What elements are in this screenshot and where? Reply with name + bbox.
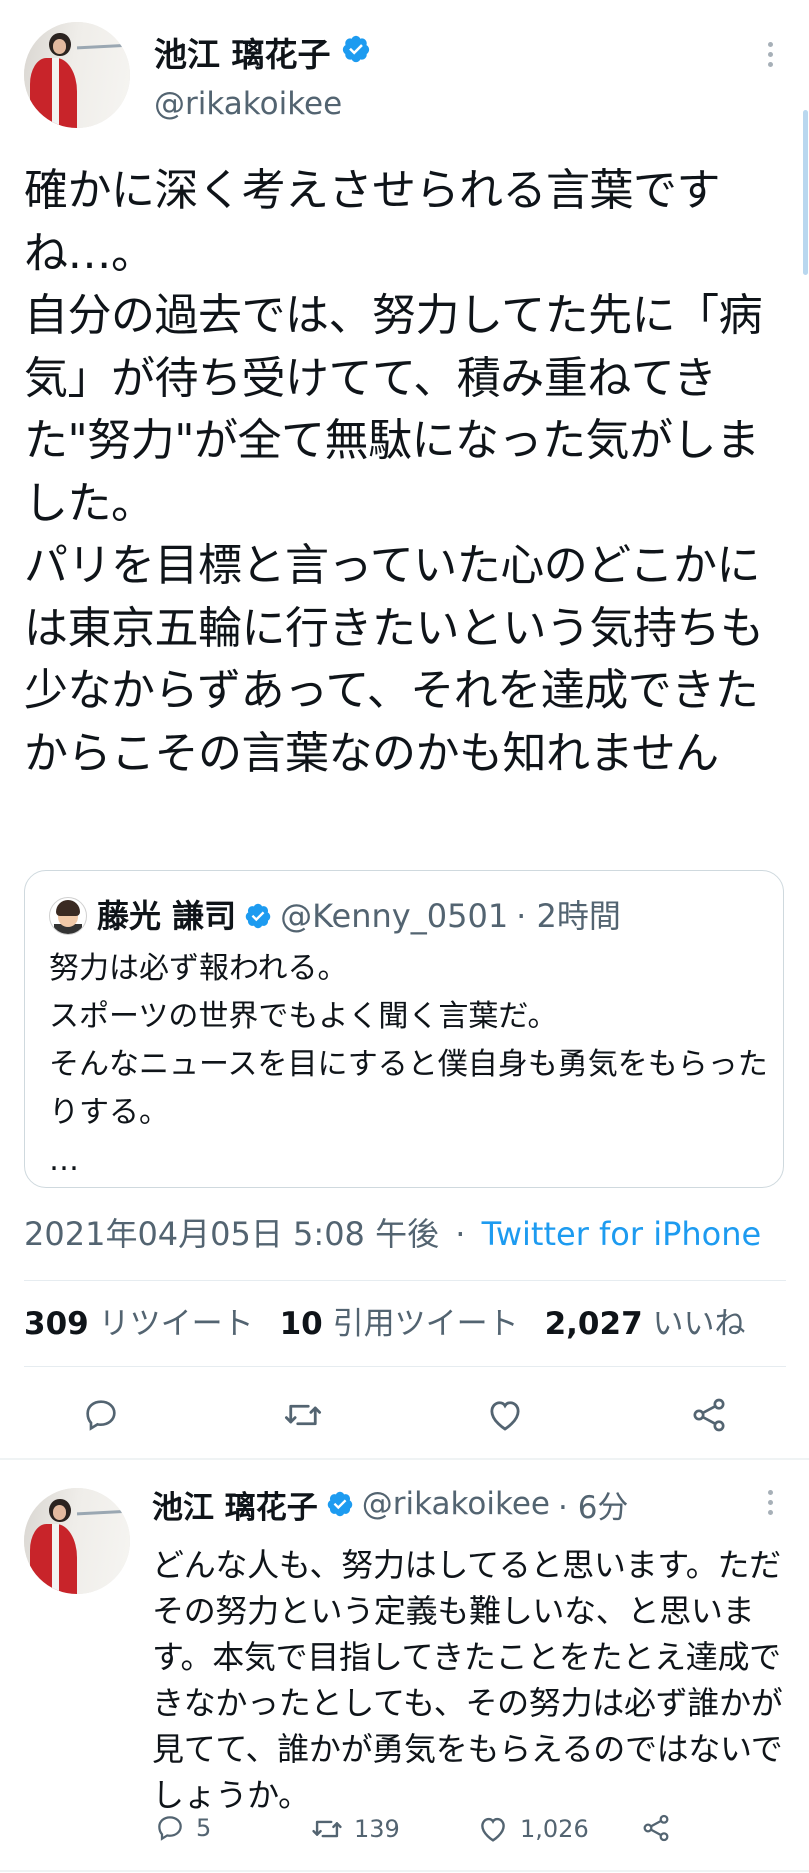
quoted-text-line: … <box>49 1143 79 1178</box>
more-options-icon[interactable] <box>766 42 774 67</box>
quoted-text-line: スポーツの世界でもよく聞く言葉だ。 <box>49 999 558 1034</box>
author-name-row: 池江 璃花子 <box>154 30 371 74</box>
retweet-count: 139 <box>354 1815 400 1843</box>
retweet-icon <box>310 1812 344 1846</box>
share-icon[interactable] <box>684 1390 734 1440</box>
divider <box>0 1458 809 1460</box>
retweets-count: 309 <box>24 1306 89 1342</box>
quoted-time: · 2時間 <box>516 897 621 935</box>
divider <box>24 1280 786 1281</box>
quoted-tweet-text: 努力は必ず報われる。 スポーツの世界でもよく聞く言葉だ。 そんなニュースを目にす… <box>49 945 769 1185</box>
reply-reply-button[interactable]: 5 <box>154 1812 211 1844</box>
author-handle[interactable]: @rikakoikee <box>154 84 342 124</box>
quotes-label: 引用ツイート <box>332 1306 519 1342</box>
verified-badge-icon <box>341 33 371 72</box>
quoted-text-line: そんなニュースを目にすると僕自身も勇気をもらったりする。 <box>49 1047 768 1130</box>
reply-icon[interactable] <box>76 1390 126 1440</box>
quoted-display-name: 藤光 謙司 <box>97 897 237 935</box>
quoted-tweet-card[interactable]: 藤光 謙司 @Kenny_0501 · 2時間 努力は必ず報われる。 スポーツの… <box>24 870 784 1188</box>
like-icon[interactable] <box>480 1390 530 1440</box>
reply-like-button[interactable]: 1,026 <box>476 1812 589 1846</box>
reply-time: · 6分 <box>557 1489 629 1526</box>
like-icon <box>476 1812 510 1846</box>
tweet-source-link[interactable]: Twitter for iPhone <box>482 1215 762 1253</box>
tweet-meta: 2021年04月05日 5:08 午後 · Twitter for iPhone <box>24 1210 761 1258</box>
quoted-author-row: 藤光 謙司 @Kenny_0501 · 2時間 <box>97 897 621 935</box>
verified-badge-icon <box>326 1490 354 1518</box>
share-icon <box>640 1812 672 1844</box>
tweet-text-line: 確かに深く考えさせられる言葉ですね…。 <box>24 165 721 279</box>
reply-author-row: 池江 璃花子 @rikakoikee · 6分 <box>152 1482 628 1526</box>
tweet-stats: 309 リツイート 10 引用ツイート 2,027 いいね <box>24 1300 746 1348</box>
likes-label: いいね <box>652 1306 746 1342</box>
author-display-name[interactable]: 池江 璃花子 <box>154 28 331 76</box>
retweets-stat[interactable]: 309 リツイート <box>24 1300 254 1348</box>
reply-display-name[interactable]: 池江 璃花子 <box>152 1482 318 1527</box>
quoted-text-line: 努力は必ず報われる。 <box>49 951 348 986</box>
scrollbar-indicator[interactable] <box>803 110 808 275</box>
reply-count: 5 <box>196 1814 212 1842</box>
quoted-handle: @Kenny_0501 <box>280 897 509 935</box>
verified-badge-icon <box>244 902 272 930</box>
reply-author-avatar[interactable] <box>24 1488 130 1594</box>
divider <box>0 1870 809 1872</box>
tweet-text-line: パリを目標と言っていた心のどこかには東京五輪に行きたいという気持ちも少なからずあ… <box>24 540 764 779</box>
author-avatar[interactable] <box>24 22 130 128</box>
meta-separator: · <box>455 1215 466 1253</box>
likes-count: 2,027 <box>544 1306 643 1342</box>
quotes-stat[interactable]: 10 引用ツイート <box>280 1300 519 1348</box>
tweet-text: 確かに深く考えさせられる言葉ですね…。 自分の過去では、努力してた先に「病気」が… <box>24 160 794 785</box>
quoted-author-avatar <box>49 897 87 935</box>
reply-retweet-button[interactable]: 139 <box>310 1812 400 1846</box>
reply-action-bar: 5 139 1,026 <box>150 1812 710 1852</box>
reply-text-body: どんな人も、努力はしてると思います。ただその努力という定義も難しいな、と思います… <box>152 1546 783 1814</box>
quotes-count: 10 <box>279 1306 323 1342</box>
tweet-action-bar <box>0 1390 809 1440</box>
tweet-timestamp[interactable]: 2021年04月05日 5:08 午後 <box>24 1215 439 1253</box>
reply-share-button[interactable] <box>640 1812 672 1844</box>
reply-icon <box>154 1812 186 1844</box>
reply-handle[interactable]: @rikakoikee <box>362 1486 550 1522</box>
tweet-text-line: 自分の過去では、努力してた先に「病気」が待ち受けてて、積み重ねてきた"努力"が全… <box>24 290 763 529</box>
reply-more-options-icon[interactable] <box>766 1490 774 1515</box>
retweets-label: リツイート <box>98 1306 254 1342</box>
reply-text: どんな人も、努力はしてると思います。ただその努力という定義も難しいな、と思います… <box>152 1542 792 1818</box>
like-count: 1,026 <box>520 1815 589 1843</box>
divider <box>24 1366 786 1367</box>
retweet-icon[interactable] <box>278 1390 328 1440</box>
likes-stat[interactable]: 2,027 いいね <box>545 1300 746 1348</box>
